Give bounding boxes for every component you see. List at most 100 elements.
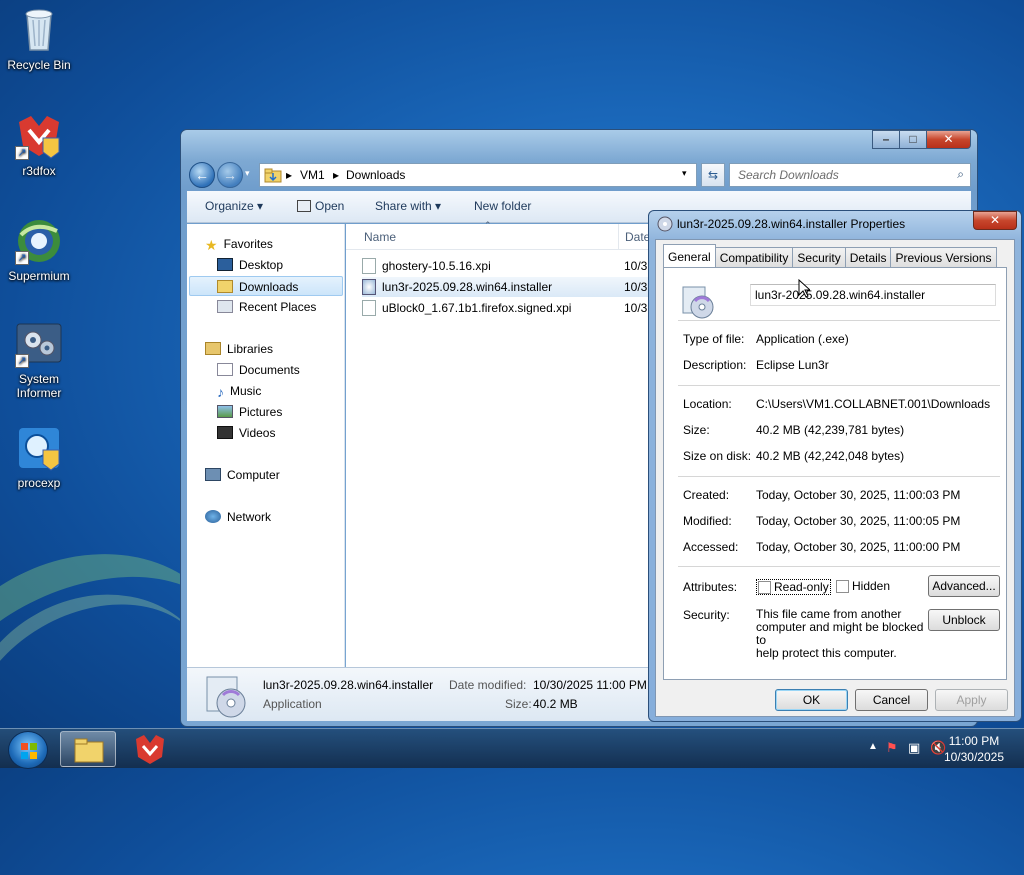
minimize-button[interactable]: – [872, 130, 899, 149]
address-dropdown-icon[interactable]: ▾ [682, 168, 687, 179]
organize-button[interactable]: Organize ▾ [205, 199, 263, 213]
unblock-button[interactable]: Unblock [928, 609, 1000, 631]
file-icon [362, 300, 376, 316]
attributes-label: Attributes: [683, 580, 738, 594]
created-value: Today, October 30, 2025, 11:00:03 PM [756, 488, 961, 502]
desktop-icon-system-informer[interactable]: ↗ System Informer [1, 320, 77, 400]
desktop-icon-recycle-bin[interactable]: Recycle Bin [1, 6, 77, 72]
maximize-button[interactable]: □ [899, 130, 926, 149]
size-on-disk-value: 40.2 MB (42,242,048 bytes) [756, 449, 905, 463]
divider [678, 320, 1000, 321]
network-tray-icon[interactable]: ▣ [908, 740, 920, 756]
column-header-date[interactable]: Date [625, 230, 650, 244]
r3dfox-icon [136, 735, 164, 764]
nav-music[interactable]: ♪ Music [217, 381, 261, 401]
start-button[interactable] [8, 731, 48, 769]
search-input[interactable]: Search Downloads ⌕ [729, 163, 971, 187]
location-value: C:\Users\VM1.COLLABNET.001\Downloads [756, 397, 991, 411]
clock[interactable]: 11:00 PM 10/30/2025 [944, 733, 1004, 765]
file-date: 10/3 [624, 259, 648, 273]
nav-documents[interactable]: Documents [217, 360, 300, 380]
desktop-icon-procexp[interactable]: procexp [1, 424, 77, 490]
tab-security[interactable]: Security [792, 247, 846, 267]
music-icon: ♪ [217, 384, 224, 400]
dialog-body: General Compatibility Security Details P… [655, 239, 1015, 717]
tab-details[interactable]: Details [844, 247, 892, 267]
tab-compatibility[interactable]: Compatibility [714, 247, 794, 267]
filename-field[interactable]: lun3r-2025.09.28.win64.installer [750, 284, 996, 306]
navigation-pane: ★ Favorites Desktop Downloads Recent Plac… [187, 224, 345, 667]
open-button[interactable]: Open [297, 199, 344, 213]
column-header-name[interactable]: Name [364, 230, 396, 244]
taskbar: ▲ ⚑ ▣ 🔇 11:00 PM 10/30/2025 [0, 728, 1024, 769]
divider [678, 566, 1000, 567]
file-icon [362, 258, 376, 274]
desktop-icon-supermium[interactable]: ↗ Supermium [1, 217, 77, 283]
properties-dialog[interactable]: lun3r-2025.09.28.win64.installer Propert… [648, 210, 1022, 722]
location-label: Location: [683, 397, 732, 411]
modified-label: Modified: [683, 514, 732, 528]
file-row[interactable]: uBlock0_1.67.1b1.firefox.signed.xpi 10/3 [362, 298, 692, 318]
pictures-icon [217, 405, 233, 418]
system-informer-icon: ↗ [15, 320, 63, 368]
file-row[interactable]: ghostery-10.5.16.xpi 10/3 [362, 256, 692, 276]
accessed-value: Today, October 30, 2025, 11:00:00 PM [756, 540, 961, 554]
taskbar-explorer-button[interactable] [60, 731, 116, 767]
readonly-checkbox[interactable]: Read-only [756, 579, 831, 595]
desktop-icon-label: Supermium [8, 269, 70, 283]
divider [678, 385, 1000, 386]
breadcrumb-item-vm1[interactable]: VM1 [300, 168, 325, 182]
nav-desktop[interactable]: Desktop [217, 255, 283, 275]
close-button[interactable]: ✕ [926, 130, 971, 149]
nav-favorites[interactable]: ★ Favorites [205, 234, 273, 254]
divider [678, 476, 1000, 477]
libraries-icon [205, 342, 221, 355]
file-list: Name ⌃ Date ghostery-10.5.16.xpi 10/3 lu… [346, 220, 692, 667]
modified-value: Today, October 30, 2025, 11:00:05 PM [756, 514, 961, 528]
apply-button[interactable]: Apply [935, 689, 1008, 711]
nav-libraries[interactable]: Libraries [205, 339, 273, 359]
hidden-checkbox[interactable]: Hidden [836, 579, 890, 593]
security-message: This file came from another computer and… [756, 607, 924, 660]
desktop-icon-r3dfox[interactable]: ↗ r3dfox [1, 112, 77, 178]
shortcut-arrow-icon: ↗ [15, 251, 29, 265]
procexp-icon [15, 424, 63, 472]
nav-downloads[interactable]: Downloads [189, 276, 343, 296]
clock-date: 10/30/2025 [943, 750, 1004, 764]
cancel-button[interactable]: Cancel [855, 689, 928, 711]
installer-icon [680, 284, 716, 323]
nav-videos[interactable]: Videos [217, 423, 275, 443]
dialog-close-button[interactable]: ✕ [973, 211, 1017, 230]
downloads-folder-icon [217, 280, 233, 293]
back-button[interactable]: ← [189, 162, 215, 188]
forward-button[interactable]: → [217, 162, 243, 188]
tab-general[interactable]: General [663, 244, 716, 267]
recent-pages-dropdown[interactable]: ▾ [245, 168, 250, 179]
show-hidden-icons-button[interactable]: ▲ [868, 741, 878, 752]
details-type: Application [263, 697, 322, 711]
breadcrumb-separator-icon: ▸ [333, 168, 340, 182]
file-row-selected[interactable]: lun3r-2025.09.28.win64.installer 10/3 [362, 277, 692, 297]
tab-previous-versions[interactable]: Previous Versions [890, 247, 997, 267]
nav-recent-places[interactable]: Recent Places [217, 297, 316, 317]
nav-pictures[interactable]: Pictures [217, 402, 282, 422]
taskbar-r3dfox-button[interactable] [122, 731, 178, 767]
nav-computer[interactable]: Computer [205, 465, 280, 485]
details-size: 40.2 MB [533, 697, 578, 711]
action-center-icon[interactable]: ⚑ [886, 740, 898, 756]
recent-places-icon [217, 300, 233, 313]
breadcrumb-item-downloads[interactable]: Downloads [346, 168, 405, 182]
ok-button[interactable]: OK [775, 689, 848, 711]
advanced-button[interactable]: Advanced... [928, 575, 1000, 597]
share-with-button[interactable]: Share with ▾ [375, 199, 441, 213]
sort-ascending-icon: ⌃ [484, 220, 492, 230]
desktop-icon [217, 258, 233, 271]
accessed-label: Accessed: [683, 540, 739, 554]
refresh-button[interactable]: ⇆ [701, 163, 725, 187]
nav-network[interactable]: Network [205, 507, 271, 527]
search-icon[interactable]: ⌕ [957, 167, 964, 182]
new-folder-button[interactable]: New folder [474, 199, 531, 213]
window-controls: – □ ✕ [872, 130, 971, 149]
address-bar[interactable]: ▸ VM1 ▸ Downloads ▾ [259, 163, 697, 187]
desktop-icon-label: Recycle Bin [7, 58, 71, 72]
